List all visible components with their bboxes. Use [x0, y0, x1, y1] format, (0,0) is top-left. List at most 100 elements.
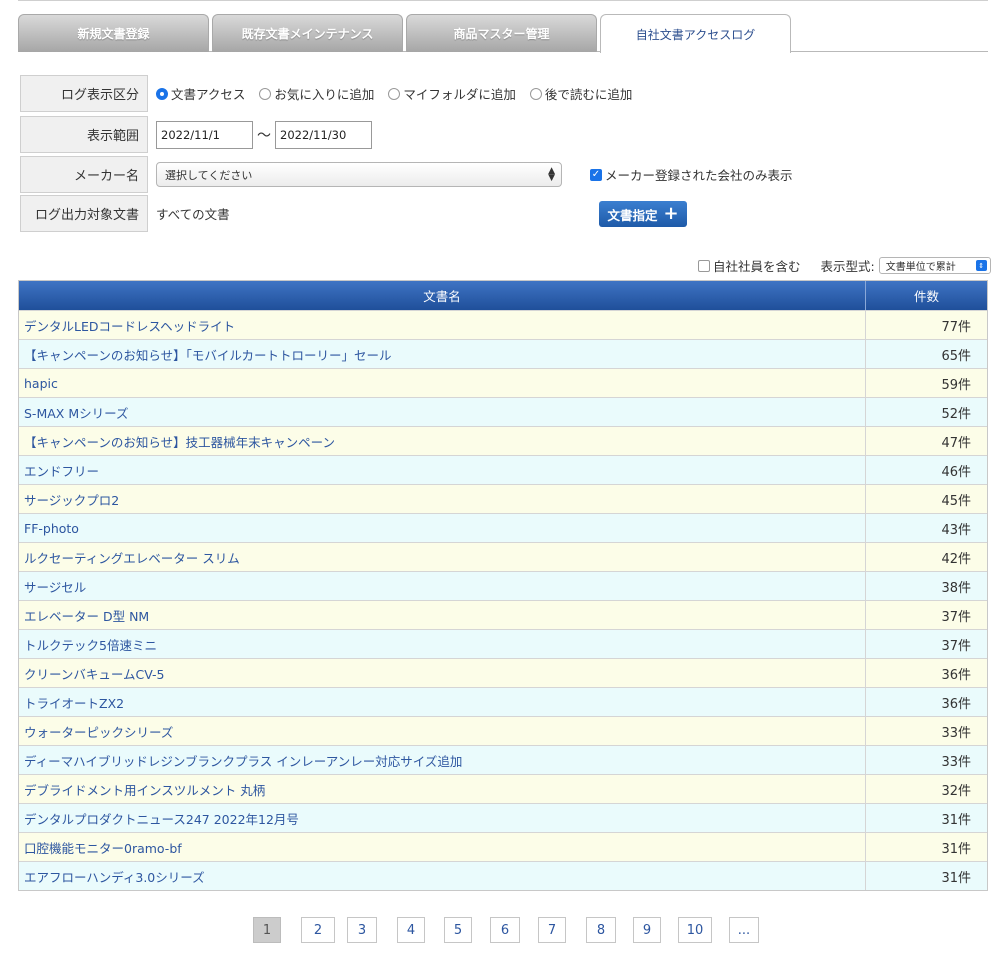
range-inputs: 2022/11/1 〜 2022/11/30	[148, 120, 372, 149]
include-employees-checkbox[interactable]: 自社社員を含む	[698, 256, 801, 275]
display-type-label: 表示型式:	[820, 259, 875, 274]
log-type-options: 文書アクセス お気に入りに追加 マイフォルダに追加 後で読むに追加	[148, 84, 646, 103]
table-row: サージックプロ2 45件	[19, 484, 987, 513]
pagination: 1 2 3 4 5 6 7 8 9 10...	[253, 917, 759, 943]
access-count: 42件	[941, 551, 971, 567]
page-1-button[interactable]: 1	[253, 917, 281, 943]
access-count: 33件	[941, 754, 971, 770]
header-document-name: 文書名	[19, 281, 866, 310]
top-divider	[18, 0, 988, 1]
document-name-link[interactable]: エアフローハンディ3.0シリーズ	[19, 862, 866, 890]
access-count: 37件	[941, 638, 971, 654]
display-type-select[interactable]: 文書単位で累計 ⇕	[878, 257, 991, 274]
radio-add-favorite[interactable]: お気に入りに追加	[259, 84, 374, 103]
tab-product-master[interactable]: 商品マスター管理	[406, 14, 597, 52]
page-8-button[interactable]: 8	[586, 917, 616, 943]
document-name-link[interactable]: ルクセーティングエレベーター スリム	[19, 543, 866, 571]
radio-label: 文書アクセス	[171, 87, 246, 102]
table-row: エンドフリー 46件	[19, 455, 987, 484]
page-4-button[interactable]: 4	[397, 917, 425, 943]
document-name-link[interactable]: トライオートZX2	[19, 688, 866, 716]
table-options: 自社社員を含む 表示型式: 文書単位で累計 ⇕	[698, 256, 991, 275]
page-3-button[interactable]: 3	[347, 917, 377, 943]
document-name-link[interactable]: S-MAX Mシリーズ	[19, 398, 866, 426]
access-count: 31件	[941, 812, 971, 828]
log-type-label: ログ表示区分	[20, 75, 148, 112]
radio-add-my-folder[interactable]: マイフォルダに追加	[388, 84, 516, 103]
page-5-button[interactable]: 5	[444, 917, 472, 943]
table-row: クリーンバキュームCV-5 36件	[19, 658, 987, 687]
table-row: デンタルLEDコードレスヘッドライト 77件	[19, 310, 987, 339]
document-specify-label: 文書指定	[607, 207, 658, 223]
radio-unchecked-icon	[388, 87, 401, 100]
document-name-link[interactable]: クリーンバキュームCV-5	[19, 659, 866, 687]
table-row: デンタルプロダクトニュース247 2022年12月号 31件	[19, 803, 987, 832]
plus-icon: +	[663, 203, 679, 224]
document-name-link[interactable]: トルクテック5倍速ミニ	[19, 630, 866, 658]
radio-unchecked-icon	[529, 87, 542, 100]
radio-read-later[interactable]: 後で読むに追加	[529, 84, 633, 103]
radio-unchecked-icon	[259, 87, 272, 100]
date-from-input[interactable]: 2022/11/1	[156, 120, 253, 149]
document-name-link[interactable]: hapic	[19, 369, 866, 397]
document-name-link[interactable]: FF-photo	[19, 514, 866, 542]
access-count: 65件	[941, 348, 971, 364]
access-count: 32件	[941, 783, 971, 799]
radio-checked-icon	[156, 87, 168, 100]
tab-bar: 新規文書登録 既存文書メインテナンス 商品マスター管理 自社文書アクセスログ	[18, 14, 988, 53]
registered-only-checkbox[interactable]: ✓ メーカー登録された会社のみ表示	[590, 165, 793, 184]
document-name-link[interactable]: デンタルプロダクトニュース247 2022年12月号	[19, 804, 866, 832]
target-label: ログ出力対象文書	[20, 195, 148, 232]
range-tilde: 〜	[257, 127, 271, 144]
document-specify-button[interactable]: 文書指定 +	[599, 201, 687, 227]
radio-document-access[interactable]: 文書アクセス	[156, 84, 245, 103]
checkbox-unchecked-icon	[698, 259, 710, 272]
page-9-button[interactable]: 9	[633, 917, 661, 943]
include-employees-label: 自社社員を含む	[713, 259, 801, 274]
document-name-link[interactable]: エンドフリー	[19, 456, 866, 484]
document-name-link[interactable]: デンタルLEDコードレスヘッドライト	[19, 311, 866, 339]
radio-label: 後で読むに追加	[544, 87, 633, 102]
radio-label: お気に入りに追加	[274, 87, 375, 102]
page-7-button[interactable]: 7	[538, 917, 566, 943]
page-6-button[interactable]: 6	[490, 917, 520, 943]
access-count: 36件	[941, 667, 971, 683]
page-more-button[interactable]: ...	[729, 917, 759, 943]
table-row: hapic 59件	[19, 368, 987, 397]
document-name-link[interactable]: サージセル	[19, 572, 866, 600]
table-body: デンタルLEDコードレスヘッドライト 77件【キャンペーンのお知らせ】「モバイルカ…	[19, 310, 987, 890]
tab-new-document[interactable]: 新規文書登録	[18, 14, 209, 52]
document-name-link[interactable]: ディーマハイブリッドレジンブランクプラス インレーアンレー対応サイズ追加	[19, 746, 866, 774]
date-to-input[interactable]: 2022/11/30	[275, 120, 372, 149]
access-count: 31件	[941, 870, 971, 886]
log-type-row: ログ表示区分 文書アクセス お気に入りに追加 マイフォルダに追加 後で読むに追加	[20, 75, 820, 112]
table-row: サージセル 38件	[19, 571, 987, 600]
table-row: S-MAX Mシリーズ 52件	[19, 397, 987, 426]
access-count: 43件	[941, 522, 971, 538]
access-count: 59件	[941, 377, 971, 393]
table-row: トライオートZX2 36件	[19, 687, 987, 716]
document-name-link[interactable]: 【キャンペーンのお知らせ】「モバイルカートトローリー」セール	[19, 340, 866, 368]
radio-label: マイフォルダに追加	[403, 87, 516, 102]
document-name-link[interactable]: 口腔機能モニター0ramo-bf	[19, 833, 866, 861]
access-count: 77件	[941, 319, 971, 335]
document-name-link[interactable]: エレベーター D型 NM	[19, 601, 866, 629]
table-row: ルクセーティングエレベーター スリム 42件	[19, 542, 987, 571]
document-name-link[interactable]: 【キャンペーンのお知らせ】技工器械年末キャンペーン	[19, 427, 866, 455]
header-count: 件数	[913, 289, 939, 304]
document-name-link[interactable]: デブライドメント用インスツルメント 丸柄	[19, 775, 866, 803]
maker-select[interactable]: 選択してください ▲ ▼	[156, 162, 562, 187]
select-caret-icon: ⇕	[975, 260, 987, 271]
tab-access-log[interactable]: 自社文書アクセスログ	[600, 14, 791, 53]
target-value: すべての文書	[156, 207, 230, 222]
document-name-link[interactable]: ウォーターピックシリーズ	[19, 717, 866, 745]
checkbox-checked-icon: ✓	[590, 168, 602, 181]
document-name-link[interactable]: サージックプロ2	[19, 485, 866, 513]
page-2-button[interactable]: 2	[301, 917, 335, 943]
tab-document-maintenance[interactable]: 既存文書メインテナンス	[212, 14, 403, 52]
table-row: ディーマハイブリッドレジンブランクプラス インレーアンレー対応サイズ追加 33件	[19, 745, 987, 774]
select-arrows-icon: ▲ ▼	[548, 165, 555, 183]
access-count: 38件	[941, 580, 971, 596]
page-10-button[interactable]: 10	[678, 917, 712, 943]
table-row: 【キャンペーンのお知らせ】技工器械年末キャンペーン 47件	[19, 426, 987, 455]
